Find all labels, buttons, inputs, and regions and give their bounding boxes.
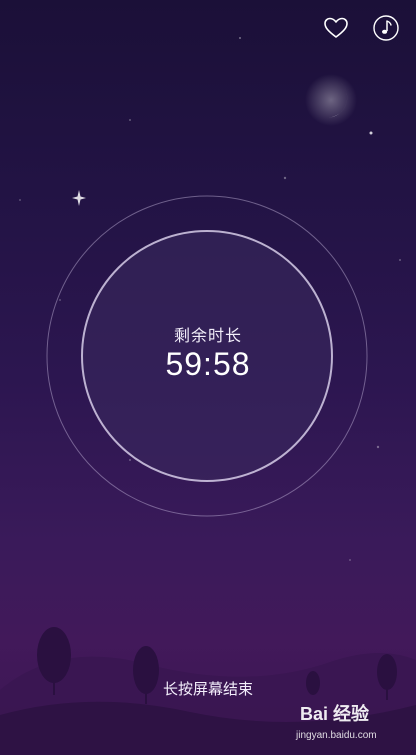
long-press-end-hint[interactable]: 长按屏幕结束	[0, 678, 416, 699]
music-note-icon	[373, 15, 399, 41]
sleep-timer-screen[interactable]: 剩余时长 59:58 长按屏幕结束 Bai 经验 jingyan.baidu.c…	[0, 0, 416, 755]
favorite-button[interactable]	[322, 14, 350, 42]
heart-icon	[324, 17, 348, 38]
remaining-time-label: 剩余时长	[173, 326, 242, 345]
watermark-url: jingyan.baidu.com	[296, 730, 377, 741]
music-button[interactable]	[372, 14, 400, 42]
watermark-logo: Bai 经验	[300, 704, 370, 724]
remaining-time-value: 59:58	[165, 346, 251, 382]
sparkle-star	[72, 190, 86, 206]
moon-glow	[305, 74, 357, 126]
